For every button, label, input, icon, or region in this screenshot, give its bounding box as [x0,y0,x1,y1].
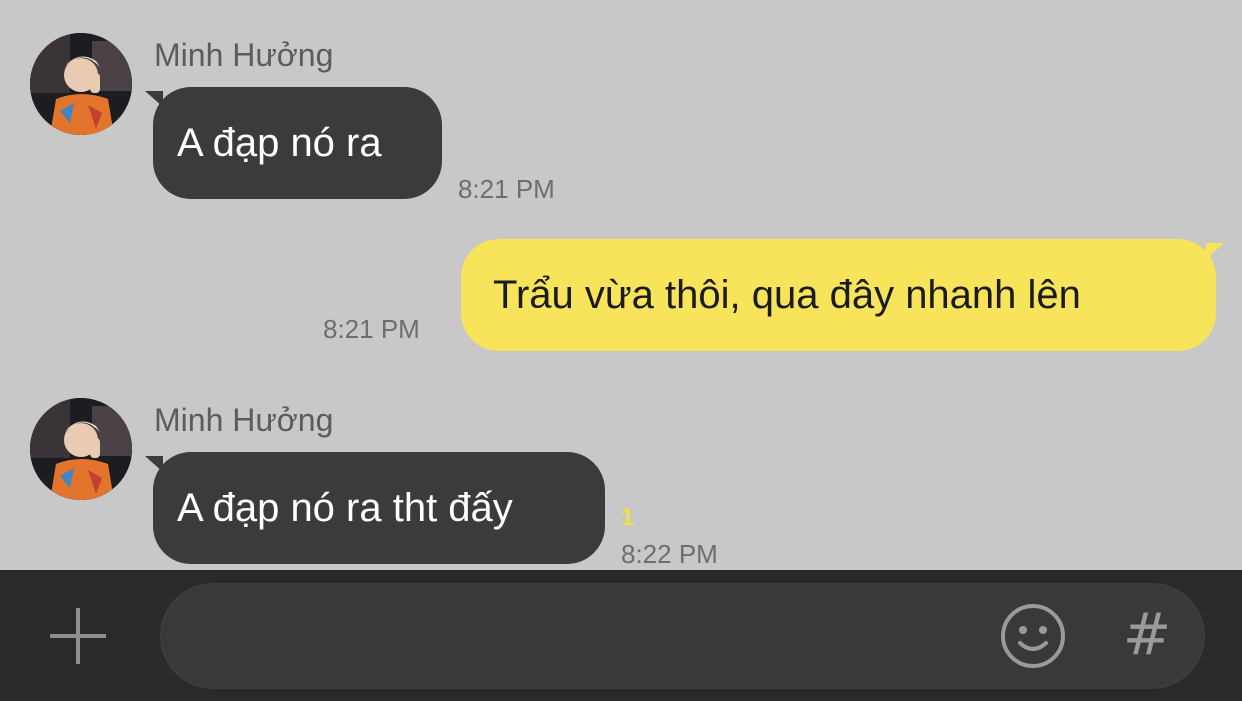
message-bubble[interactable]: A đạp nó ra tht đấy [145,452,605,564]
message-text: Trẩu vừa thôi, qua đây nhanh lên [493,273,1081,317]
message-timestamp: 8:21 PM [323,314,420,344]
message-bubble[interactable]: A đạp nó ra [145,87,442,199]
attach-plus-button[interactable] [46,604,110,668]
message-timestamp: 8:21 PM [458,174,555,204]
avatar-photo-icon [30,398,132,500]
emoji-button[interactable] [1000,603,1066,669]
chat-area[interactable]: Minh Hưởng A đạp nó ra 8:21 PM Trẩu vừa … [0,0,1242,570]
hashtag-button[interactable]: # [1115,602,1179,666]
message-bubble[interactable]: Trẩu vừa thôi, qua đây nhanh lên [461,239,1224,351]
message-input[interactable] [196,613,980,663]
sender-name: Minh Hưởng [154,37,334,73]
sender-name: Minh Hưởng [154,402,334,438]
sender-avatar[interactable] [30,398,132,500]
unread-count-badge: 1 [621,504,635,531]
message-timestamp: 8:22 PM [621,539,718,569]
sender-avatar[interactable] [30,33,132,135]
message-text: A đạp nó ra [177,121,382,165]
avatar-photo-icon [30,33,132,135]
message-text: A đạp nó ra tht đấy [177,486,513,530]
emoji-icon [1001,604,1065,668]
plus-icon [50,608,106,664]
